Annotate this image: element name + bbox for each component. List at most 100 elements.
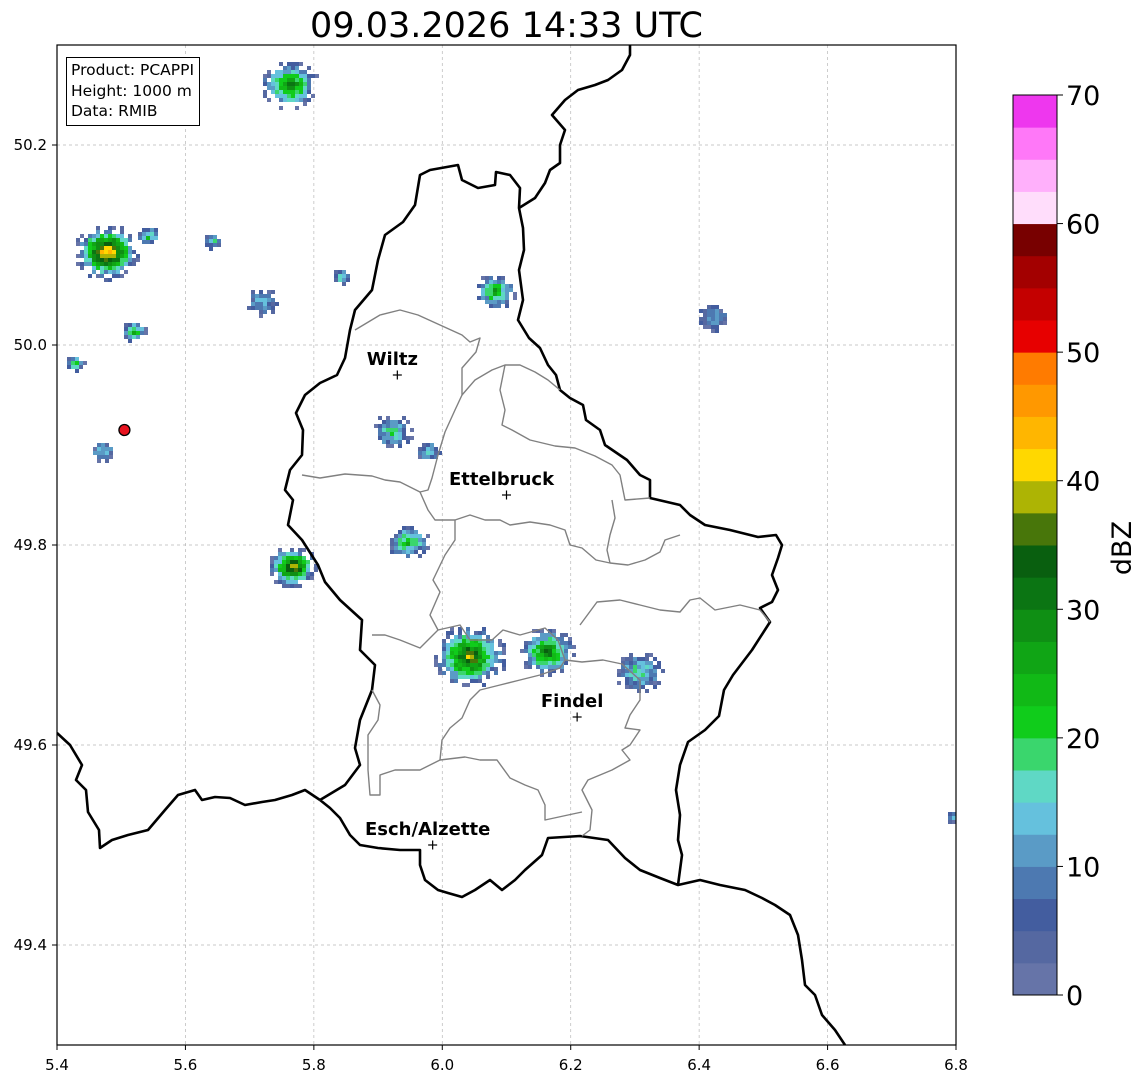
echo-pixel	[426, 455, 430, 459]
echo-pixel	[132, 331, 136, 335]
echo-pixel	[649, 669, 653, 673]
echo-pixel	[283, 98, 287, 102]
echo-pixel	[275, 302, 279, 306]
echo-pixel	[128, 323, 132, 327]
echo-pixel	[295, 78, 299, 82]
echo-pixel	[96, 242, 100, 246]
echo-pixel	[497, 300, 501, 304]
echo-pixel	[299, 86, 303, 90]
echo-pixel	[505, 292, 509, 296]
echo-pixel	[474, 671, 478, 675]
echo-pixel	[560, 641, 564, 645]
echo-pixel	[96, 250, 100, 254]
echo-pixel	[564, 653, 568, 657]
echo-pixel	[255, 302, 259, 306]
echo-pixel	[497, 296, 501, 300]
echo-pixel	[478, 643, 482, 647]
echo-pixel	[271, 302, 275, 306]
echo-pixel	[489, 304, 493, 308]
echo-pixel	[645, 653, 649, 657]
echo-pixel	[486, 659, 490, 663]
echo-pixel	[282, 556, 286, 560]
echo-pixel	[294, 576, 298, 580]
echo-pixel	[502, 659, 506, 663]
echo-pixel	[92, 246, 96, 250]
echo-pixel	[548, 649, 552, 653]
echo-pixel	[267, 298, 271, 302]
echo-pixel	[446, 655, 450, 659]
echo-pixel	[150, 232, 154, 236]
echo-pixel	[426, 451, 430, 455]
echo-pixel	[406, 440, 410, 444]
echo-pixel	[116, 238, 120, 242]
echo-pixel	[548, 653, 552, 657]
echo-pixel	[338, 270, 342, 274]
echo-pixel	[402, 546, 406, 550]
echo-pixel	[394, 534, 398, 538]
echo-pixel	[485, 288, 489, 292]
echo-pixel	[116, 270, 120, 274]
echo-pixel	[552, 661, 556, 665]
echo-pixel	[657, 665, 661, 669]
radar-map[interactable]: Wiltz Ettelbruck Findel Esch/Alzette 5.4 5.6…	[0, 0, 1145, 1084]
echo-pixel	[394, 440, 398, 444]
echo-pixel	[532, 641, 536, 645]
echo-pixel	[544, 665, 548, 669]
echo-pixel	[418, 534, 422, 538]
echo-pixel	[105, 455, 109, 459]
echo-pixel	[434, 655, 438, 659]
echo-pixel	[303, 78, 307, 82]
echo-pixel	[142, 236, 146, 240]
echo-pixel	[402, 538, 406, 542]
echo-pixel	[138, 232, 142, 236]
echo-pixel	[406, 546, 410, 550]
echo-pixel	[552, 645, 556, 649]
echo-pixel	[294, 552, 298, 556]
echo-pixel	[699, 309, 703, 313]
echo-pixel	[275, 74, 279, 78]
y-tick-label: 49.6	[14, 736, 47, 754]
echo-pixel	[302, 556, 306, 560]
echo-pixel	[124, 254, 128, 258]
echo-pixel	[458, 651, 462, 655]
echo-pixel	[466, 643, 470, 647]
echo-pixel	[497, 280, 501, 284]
echo-pixel	[140, 327, 144, 331]
echo-pixel	[450, 659, 454, 663]
echo-pixel	[466, 671, 470, 675]
echo-pixel	[528, 641, 532, 645]
echo-pixel	[386, 436, 390, 440]
echo-pixel	[104, 270, 108, 274]
echo-pixel	[454, 667, 458, 671]
radar-site-marker[interactable]	[118, 423, 131, 437]
echo-pixel	[378, 416, 382, 420]
echo-pixel	[302, 572, 306, 576]
echo-pixel	[71, 361, 75, 365]
echo-pixel	[213, 239, 217, 243]
echo-pixel	[279, 78, 283, 82]
echo-pixel	[450, 655, 454, 659]
echo-pixel	[314, 568, 318, 572]
echo-pixel	[112, 258, 116, 262]
echo-pixel	[414, 550, 418, 554]
echo-pixel	[418, 538, 422, 542]
echo-pixel	[458, 659, 462, 663]
echo-pixel	[536, 645, 540, 649]
echo-pixel	[120, 226, 124, 230]
echo-pixel	[295, 74, 299, 78]
echo-pixel	[485, 296, 489, 300]
echo-pixel	[275, 78, 279, 82]
echo-pixel	[120, 234, 124, 238]
echo-pixel	[486, 667, 490, 671]
echo-pixel	[629, 681, 633, 685]
echo-pixel	[287, 82, 291, 86]
echo-pixel	[454, 643, 458, 647]
echo-pixel	[398, 444, 402, 448]
echo-pixel	[263, 298, 267, 302]
echo-pixel	[621, 657, 625, 661]
echo-pixel	[303, 74, 307, 78]
echo-pixel	[382, 440, 386, 444]
echo-pixel	[649, 673, 653, 677]
echo-pixel	[96, 254, 100, 258]
echo-pixel	[259, 290, 263, 294]
